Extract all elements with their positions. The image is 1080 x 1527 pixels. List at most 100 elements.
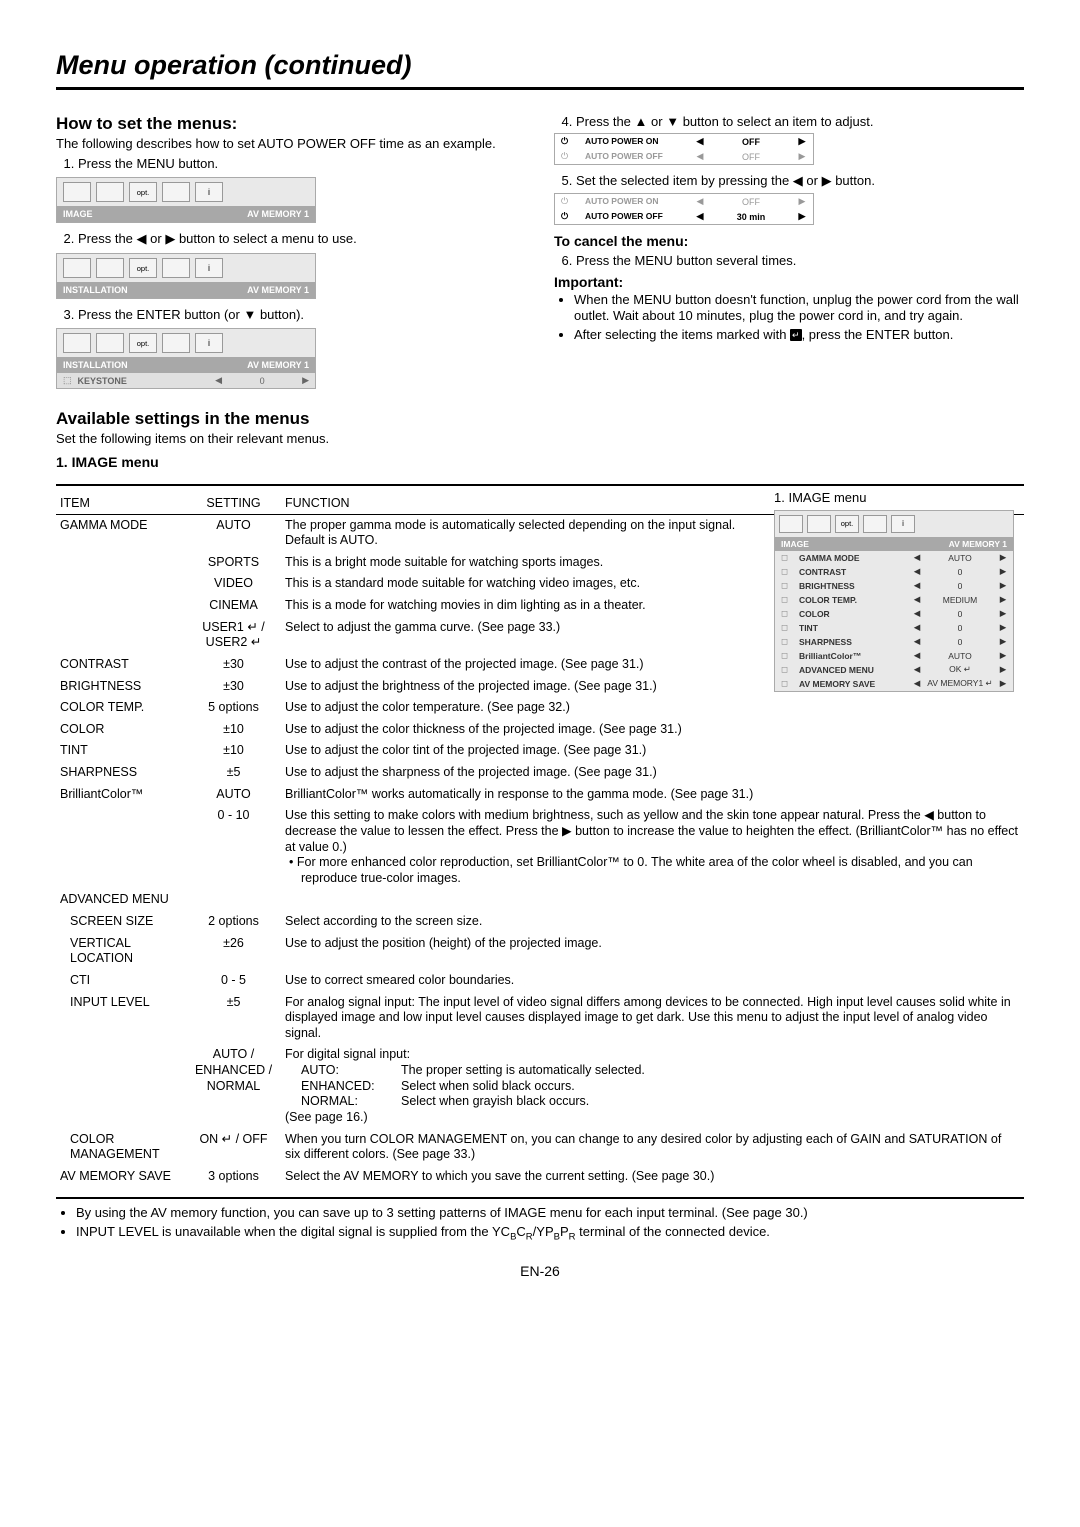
up-arrow-icon: ▲ — [635, 114, 648, 129]
tab-opt: opt. — [129, 258, 157, 278]
function-cell: Select the AV MEMORY to which you save t… — [281, 1166, 1024, 1188]
keystone-label: KEYSTONE — [72, 376, 216, 386]
av-memory-label: AV MEMORY 1 — [241, 206, 315, 222]
menu-label: IMAGE — [57, 206, 241, 222]
enter-icon — [790, 329, 802, 341]
setting-cell: 0 - 10 — [186, 805, 281, 889]
setting-cell — [186, 889, 281, 911]
important-heading: Important: — [554, 274, 1024, 290]
text: Press the — [576, 114, 635, 129]
available-heading: Available settings in the menus — [56, 409, 526, 429]
item-cell: AV MEMORY SAVE — [56, 1166, 186, 1188]
value: OFF — [711, 152, 791, 162]
function-cell: Use to adjust the sharpness of the proje… — [281, 762, 1024, 784]
item-cell: COLOR TEMP. — [56, 697, 186, 719]
table-row: COLOR TEMP.5 optionsUse to adjust the co… — [56, 697, 1024, 719]
text: button). — [256, 307, 304, 322]
table-row: COLOR±10Use to adjust the color thicknes… — [56, 719, 1024, 741]
item-cell: TINT — [56, 740, 186, 762]
item-cell: SCREEN SIZE — [56, 911, 186, 933]
step-5: Set the selected item by pressing the ◀ … — [576, 173, 1024, 189]
function-cell: Use this setting to make colors with med… — [281, 805, 1024, 889]
setting-cell: ±26 — [186, 933, 281, 970]
function-cell: For digital signal input:AUTO:The proper… — [281, 1044, 1024, 1128]
item-cell: CONTRAST — [56, 654, 186, 676]
cancel-heading: To cancel the menu: — [554, 233, 1024, 249]
tab-info: i — [195, 258, 223, 278]
menu-label: INSTALLATION — [57, 282, 241, 298]
table-row: INPUT LEVEL±5For analog signal input: Th… — [56, 992, 1024, 1045]
side-menu-row: ◻COLOR◀0▶ — [775, 607, 1013, 621]
side-menu-row: ◻CONTRAST◀0▶ — [775, 565, 1013, 579]
image-menu-figure: opt. i IMAGE AV MEMORY 1 ◻GAMMA MODE◀AUT… — [774, 510, 1014, 692]
setting-cell: ±10 — [186, 740, 281, 762]
keystone-value: 0 — [222, 376, 302, 386]
text: C — [516, 1224, 525, 1239]
item-cell: COLOR MANAGEMENT — [56, 1129, 186, 1166]
setting-cell: ±10 — [186, 719, 281, 741]
item-cell — [56, 552, 186, 574]
text: R — [569, 1231, 576, 1242]
tab-icon — [863, 515, 887, 533]
function-cell: Use to correct smeared color boundaries. — [281, 970, 1024, 992]
text: Press the — [78, 231, 137, 246]
setting-cell: 0 - 5 — [186, 970, 281, 992]
step-1: Press the MENU button. — [78, 156, 526, 171]
menu-figure-1: opt. i IMAGE AV MEMORY 1 — [56, 177, 316, 223]
side-menu-row: ◻SHARPNESS◀0▶ — [775, 635, 1013, 649]
right-arrow-icon: ▶ — [302, 375, 309, 386]
side-menu-header: IMAGE — [775, 537, 943, 551]
tab-icon — [63, 182, 91, 202]
important-note-2: After selecting the items marked with , … — [574, 327, 1024, 343]
right-arrow-icon: ▶ — [797, 151, 807, 162]
left-arrow-icon: ◀ — [695, 196, 705, 207]
function-cell: Use to adjust the color tint of the proj… — [281, 740, 1024, 762]
setting-cell: ±30 — [186, 676, 281, 698]
text: terminal of the connected device. — [576, 1224, 770, 1239]
setting-cell: 5 options — [186, 697, 281, 719]
menu-figure-4: ⏻ AUTO POWER ON ◀ OFF ▶ ⏻ AUTO POWER OFF… — [554, 133, 814, 165]
setting-cell: AUTO / ENHANCED / NORMAL — [186, 1044, 281, 1128]
table-row: 0 - 10Use this setting to make colors wi… — [56, 805, 1024, 889]
left-arrow-icon: ◀ — [695, 151, 705, 162]
function-cell — [281, 889, 1024, 911]
setting-cell: CINEMA — [186, 595, 281, 617]
page-title: Menu operation (continued) — [56, 50, 1024, 90]
side-menu-avmem: AV MEMORY 1 — [943, 537, 1013, 551]
tab-icon — [162, 182, 190, 202]
tab-info: i — [891, 515, 915, 533]
tab-icon — [63, 333, 91, 353]
setting-cell: AUTO — [186, 514, 281, 552]
power-on-icon: ⏻ — [561, 136, 579, 147]
setting-cell: 3 options — [186, 1166, 281, 1188]
tab-opt: opt. — [835, 515, 859, 533]
setting-cell: ON ↵ / OFF — [186, 1129, 281, 1166]
setting-cell: VIDEO — [186, 573, 281, 595]
item-cell: GAMMA MODE — [56, 514, 186, 552]
item-cell: INPUT LEVEL — [56, 992, 186, 1045]
important-note-1: When the MENU button doesn't function, u… — [574, 292, 1024, 325]
table-row: BrilliantColor™AUTOBrilliantColor™ works… — [56, 784, 1024, 806]
step-3: Press the ENTER button (or ▼ button). — [78, 307, 526, 322]
left-arrow-icon: ◀ — [695, 136, 705, 147]
setting-cell: ±5 — [186, 762, 281, 784]
tab-icon — [162, 258, 190, 278]
tab-opt: opt. — [129, 333, 157, 353]
table-row: SHARPNESS±5Use to adjust the sharpness o… — [56, 762, 1024, 784]
setting-cell: USER1 ↵ / USER2 ↵ — [186, 617, 281, 654]
setting-cell: ±30 — [186, 654, 281, 676]
table-row: CTI0 - 5Use to correct smeared color bou… — [56, 970, 1024, 992]
table-row: AV MEMORY SAVE3 optionsSelect the AV MEM… — [56, 1166, 1024, 1188]
tab-info: i — [195, 182, 223, 202]
table-row: AUTO / ENHANCED / NORMALFor digital sign… — [56, 1044, 1024, 1128]
side-menu-row: ◻COLOR TEMP.◀MEDIUM▶ — [775, 593, 1013, 607]
footnote-2: INPUT LEVEL is unavailable when the digi… — [76, 1224, 1024, 1243]
text: R — [526, 1231, 533, 1242]
value: OFF — [711, 197, 791, 207]
page-number: EN-26 — [56, 1263, 1024, 1279]
item-cell — [56, 805, 186, 889]
left-arrow-icon: ◀ — [137, 231, 147, 246]
left-arrow-icon: ◀ — [215, 375, 222, 386]
down-arrow-icon: ▼ — [666, 114, 679, 129]
text: After selecting the items marked with — [574, 327, 790, 342]
